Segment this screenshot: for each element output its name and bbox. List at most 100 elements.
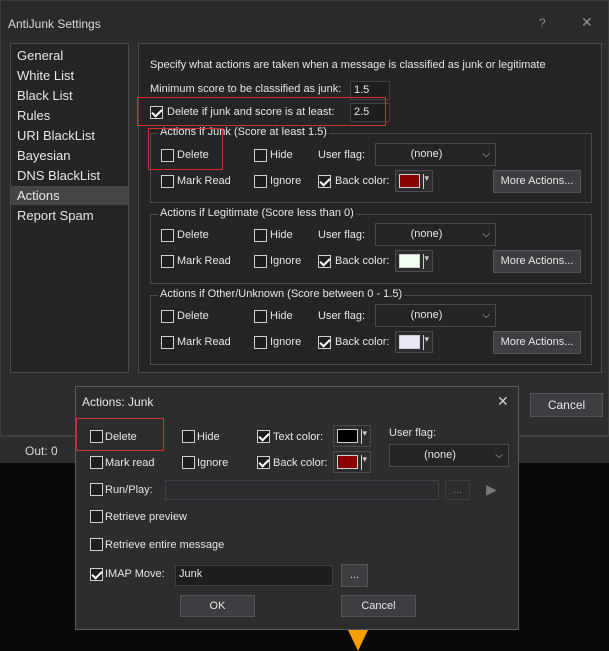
close-icon[interactable]: ✕: [497, 393, 509, 410]
other-user-flag-dropdown[interactable]: (none) ⌵: [375, 304, 496, 327]
chevron-down-icon: ⌵: [482, 310, 490, 321]
other-mark-read-checkbox[interactable]: [161, 336, 174, 349]
dlg-retrieve-preview-checkbox[interactable]: [90, 510, 103, 523]
dlg-retrieve-preview-label: Retrieve preview: [105, 511, 187, 523]
dlg-text-color-picker[interactable]: ▾: [333, 425, 371, 447]
legit-user-flag-label: User flag:: [318, 229, 366, 241]
min-score-label: Minimum score to be classified as junk:: [150, 83, 342, 95]
dlg-imap-move-label: IMAP Move:: [105, 568, 165, 580]
group-title: Actions if Other/Unknown (Score between …: [158, 288, 405, 300]
dropdown-value: (none): [410, 228, 443, 240]
chevron-down-icon: ▾: [362, 428, 367, 438]
dlg-hide-label: Hide: [197, 431, 220, 443]
dlg-run-play-input[interactable]: [165, 480, 439, 500]
legit-back-color-checkbox[interactable]: [318, 255, 331, 268]
dlg-user-flag-dropdown[interactable]: (none) ⌵: [389, 444, 509, 467]
dlg-imap-browse-button[interactable]: ...: [341, 564, 368, 587]
other-mark-read-label: Mark Read: [177, 336, 231, 348]
junk-user-flag-dropdown[interactable]: (none) ⌵: [375, 143, 496, 166]
sidebar-item-uri-blacklist[interactable]: URI BlackList: [11, 126, 128, 145]
dropdown-value: (none): [424, 449, 456, 461]
other-user-flag-label: User flag:: [318, 310, 366, 322]
sidebar-item-white-list[interactable]: White List: [11, 66, 128, 85]
dlg-back-color-label: Back color:: [273, 457, 328, 469]
other-ignore-checkbox[interactable]: [254, 336, 267, 349]
legit-mark-read-checkbox[interactable]: [161, 255, 174, 268]
dlg-back-color-checkbox[interactable]: [257, 456, 270, 469]
sidebar-item-report-spam[interactable]: Report Spam: [11, 206, 128, 225]
sidebar-item-general[interactable]: General: [11, 46, 128, 65]
legit-user-flag-dropdown[interactable]: (none) ⌵: [375, 223, 496, 246]
junk-hide-checkbox[interactable]: [254, 149, 267, 162]
dlg-mark-read-checkbox[interactable]: [90, 456, 103, 469]
dlg-delete-checkbox[interactable]: [90, 430, 103, 443]
play-icon[interactable]: ▶: [486, 481, 497, 498]
junk-back-color-label: Back color:: [335, 175, 390, 187]
sidebar-item-actions[interactable]: Actions: [11, 186, 128, 205]
sidebar-item-rules[interactable]: Rules: [11, 106, 128, 125]
dlg-ignore-label: Ignore: [197, 457, 229, 469]
legit-ignore-checkbox[interactable]: [254, 255, 267, 268]
sidebar-item-dns-blacklist[interactable]: DNS BlackList: [11, 166, 128, 185]
chevron-down-icon: ⌵: [482, 149, 490, 160]
background-decoration: [348, 630, 368, 651]
legit-mark-read-label: Mark Read: [177, 255, 231, 267]
legit-back-color-picker[interactable]: ▾: [395, 250, 433, 272]
dlg-retrieve-entire-label: Retrieve entire message: [105, 539, 225, 551]
dlg-delete-label: Delete: [105, 431, 137, 443]
status-out-count: Out: 0: [25, 444, 58, 458]
dlg-run-play-label: Run/Play:: [105, 484, 153, 496]
ok-button[interactable]: OK: [180, 595, 255, 617]
junk-ignore-label: Ignore: [270, 175, 302, 187]
dlg-run-play-checkbox[interactable]: [90, 483, 103, 496]
dlg-ignore-checkbox[interactable]: [182, 456, 195, 469]
highlight-box: [137, 97, 386, 126]
other-delete-checkbox[interactable]: [161, 310, 174, 323]
help-icon[interactable]: ?: [539, 16, 546, 30]
legit-hide-label: Hide: [270, 229, 293, 241]
other-actions-group: Actions if Other/Unknown (Score between …: [150, 288, 592, 365]
title-bar: AntiJunk Settings ? ✕: [1, 1, 608, 39]
dlg-run-browse-button[interactable]: ...: [445, 480, 470, 500]
junk-back-color-checkbox[interactable]: [318, 175, 331, 188]
chevron-down-icon: ▾: [424, 173, 429, 183]
legit-hide-checkbox[interactable]: [254, 229, 267, 242]
other-back-color-picker[interactable]: ▾: [395, 331, 433, 353]
chevron-down-icon: ▾: [362, 454, 367, 464]
sidebar-item-bayesian[interactable]: Bayesian: [11, 146, 128, 165]
actions-panel: Specify what actions are taken when a me…: [137, 43, 602, 373]
other-back-color-label: Back color:: [335, 336, 390, 348]
color-swatch: [399, 174, 420, 188]
actions-junk-dialog: Actions: Junk ✕ Delete Hide Text color: …: [75, 386, 519, 630]
dropdown-value: (none): [410, 309, 443, 321]
other-hide-checkbox[interactable]: [254, 310, 267, 323]
sidebar-item-black-list[interactable]: Black List: [11, 86, 128, 105]
other-ignore-label: Ignore: [270, 336, 302, 348]
cancel-button[interactable]: Cancel: [530, 393, 603, 417]
dlg-hide-checkbox[interactable]: [182, 430, 195, 443]
dlg-retrieve-entire-checkbox[interactable]: [90, 538, 103, 551]
dlg-back-color-picker[interactable]: ▾: [333, 451, 371, 473]
junk-more-actions-button[interactable]: More Actions...: [493, 170, 581, 193]
color-swatch: [399, 335, 420, 349]
close-icon[interactable]: ✕: [581, 14, 593, 31]
junk-ignore-checkbox[interactable]: [254, 175, 267, 188]
color-swatch: [337, 455, 358, 469]
other-more-actions-button[interactable]: More Actions...: [493, 331, 581, 354]
legit-more-actions-button[interactable]: More Actions...: [493, 250, 581, 273]
chevron-down-icon: ⌵: [495, 450, 503, 461]
dlg-imap-folder-input[interactable]: Junk: [175, 565, 333, 586]
legit-delete-checkbox[interactable]: [161, 229, 174, 242]
junk-back-color-picker[interactable]: ▾: [395, 170, 433, 192]
dlg-user-flag-label: User flag:: [389, 427, 437, 439]
other-back-color-checkbox[interactable]: [318, 336, 331, 349]
highlight-box: [148, 128, 223, 170]
dlg-mark-read-label: Mark read: [105, 457, 155, 469]
cancel-button[interactable]: Cancel: [341, 595, 416, 617]
dlg-imap-move-checkbox[interactable]: [90, 568, 103, 581]
chevron-down-icon: ⌵: [482, 229, 490, 240]
dlg-text-color-checkbox[interactable]: [257, 430, 270, 443]
legit-ignore-label: Ignore: [270, 255, 302, 267]
chevron-down-icon: ▾: [424, 334, 429, 344]
junk-mark-read-checkbox[interactable]: [161, 175, 174, 188]
